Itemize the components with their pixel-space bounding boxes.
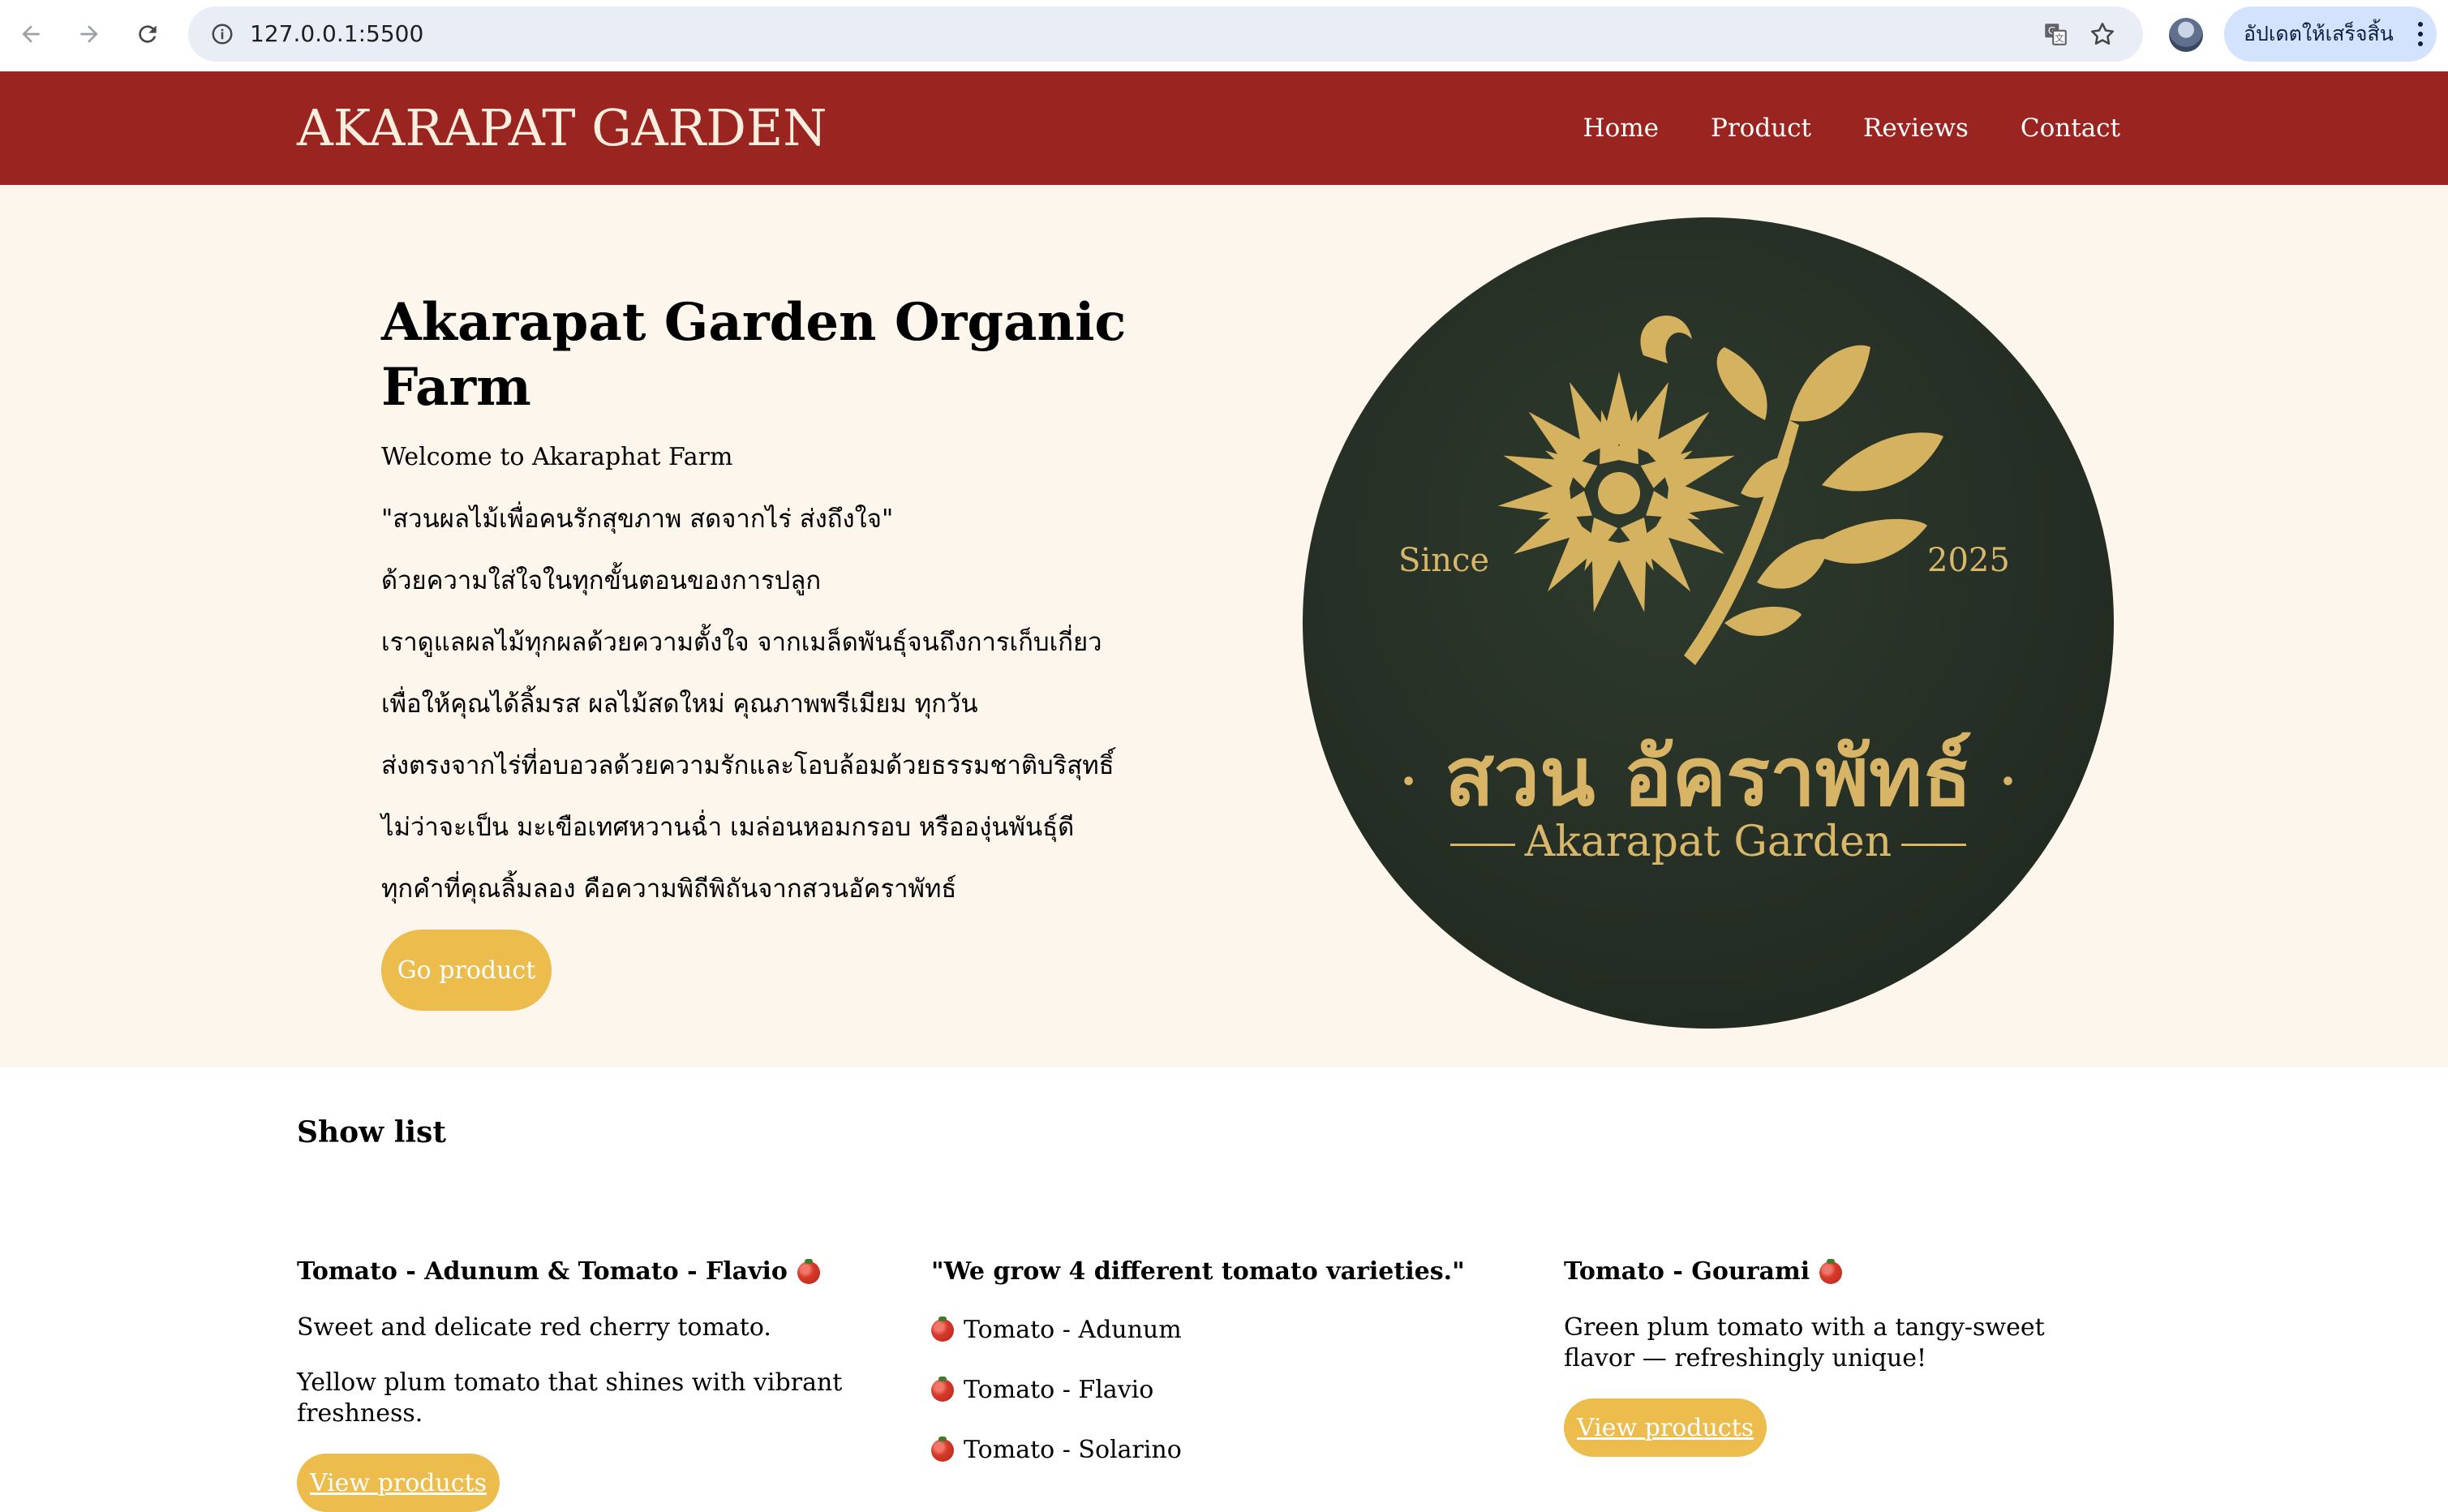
profile-avatar[interactable]: [2169, 18, 2203, 52]
list-item: Tomato - Flavio: [931, 1372, 1499, 1408]
nav-reviews[interactable]: Reviews: [1863, 114, 1969, 143]
product-card-title: Tomato - Gourami: [1564, 1256, 2083, 1288]
translate-icon[interactable]: G文: [2039, 18, 2072, 50]
update-button[interactable]: อัปเดตให้เสร็จสิ้น: [2224, 6, 2437, 62]
back-arrow-icon[interactable]: [10, 13, 52, 55]
product-card-description: Yellow plum tomato that shines with vibr…: [297, 1368, 843, 1428]
main-nav: Home Product Reviews Contact: [1531, 71, 2120, 185]
hero-line: ไม่ว่าจะเป็น มะเขือเทศหวานฉ่ำ เมล่อนหอมก…: [381, 813, 1075, 842]
logo-since: Since: [1398, 542, 1490, 579]
reload-icon[interactable]: [127, 13, 169, 55]
hero-line: ส่งตรงจากไร่ที่อบอวลด้วยความรักและโอบล้อ…: [381, 751, 1114, 780]
variety-label: Tomato - Solarino: [964, 1436, 1182, 1464]
hero-line: ด้วยความใส่ใจในทุกขั้นตอนของการปลูก: [381, 566, 822, 595]
logo-english-name: Akarapat Garden: [1303, 818, 2114, 866]
site-header: AKARAPAT GARDEN Home Product Reviews Con…: [0, 71, 2448, 185]
product-card-title: Tomato - Adunum & Tomato - Flavio: [297, 1256, 865, 1288]
variety-label: Tomato - Flavio: [964, 1376, 1154, 1404]
tomato-icon: [931, 1437, 954, 1462]
hero-title: Akarapat Garden Organic Farm: [381, 292, 1127, 418]
nav-product[interactable]: Product: [1711, 114, 1811, 143]
variety-list: Tomato - Adunum Tomato - Flavio Tomato -…: [931, 1312, 1499, 1468]
site-info-icon[interactable]: [204, 16, 240, 52]
logo-thai-name-text: สวน อัคราพัทธ์: [1444, 729, 1973, 824]
hero-section: Akarapat Garden Organic Farm Welcome to …: [0, 185, 2448, 1067]
go-product-button[interactable]: Go product: [381, 930, 552, 1011]
sunflower-leaf-emblem-icon: [1497, 316, 1943, 665]
logo-year: 2025: [1927, 542, 2010, 579]
product-card-title-text: Tomato - Adunum & Tomato - Flavio: [297, 1257, 788, 1286]
hero-welcome: Welcome to Akaraphat Farm: [381, 443, 733, 471]
url-text[interactable]: 127.0.0.1:5500: [250, 6, 423, 62]
view-products-button[interactable]: View products: [1564, 1398, 1767, 1457]
bookmark-star-icon[interactable]: [2086, 18, 2119, 50]
hero-text: Akarapat Garden Organic Farm Welcome to …: [381, 290, 1273, 1011]
varieties-card: "We grow 4 different tomato varieties." …: [931, 1256, 1499, 1468]
list-item: Tomato - Adunum: [931, 1312, 1499, 1348]
nav-home[interactable]: Home: [1583, 114, 1659, 143]
brand-logo-text[interactable]: AKARAPAT GARDEN: [297, 71, 827, 185]
view-products-button[interactable]: View products: [297, 1454, 500, 1512]
hero-line: ทุกคำที่คุณลิ้มลอง คือความพิถีพิถันจากสว…: [381, 874, 957, 904]
tomato-icon: [1819, 1259, 1843, 1284]
hero-tagline: "สวนผลไม้เพื่อคนรักสุขภาพ สดจากไร่ ส่งถึ…: [381, 505, 894, 534]
browser-toolbar: 127.0.0.1:5500 G文 อัปเดตให้เสร็จสิ้น: [0, 0, 2448, 71]
hero-line: เราดูแลผลไม้ทุกผลด้วยความตั้งใจ จากเมล็ด…: [381, 628, 1102, 657]
forward-arrow-icon[interactable]: [68, 13, 110, 55]
update-button-label: อัปเดตให้เสร็จสิ้น: [2244, 22, 2394, 45]
varieties-title: "We grow 4 different tomato varieties.": [931, 1257, 1465, 1286]
product-card: Tomato - Adunum & Tomato - Flavio Sweet …: [297, 1256, 865, 1512]
list-item: Tomato - Solarino: [931, 1433, 1499, 1468]
tomato-icon: [931, 1377, 954, 1402]
address-bar[interactable]: 127.0.0.1:5500 G文: [188, 6, 2143, 62]
product-card-description: Green plum tomato with a tangy-sweet fla…: [1564, 1313, 2045, 1372]
tomato-icon: [931, 1317, 954, 1342]
hero-line: เพื่อให้คุณได้ลิ้มรส ผลไม้สดใหม่ คุณภาพพ…: [381, 689, 978, 719]
svg-text:文: 文: [2055, 32, 2064, 44]
variety-label: Tomato - Adunum: [964, 1316, 1182, 1344]
nav-contact[interactable]: Contact: [2021, 114, 2120, 143]
show-list-title: Show list: [297, 1115, 446, 1149]
product-card: Tomato - Gourami Green plum tomato with …: [1564, 1256, 2083, 1457]
product-card-title-text: Tomato - Gourami: [1564, 1257, 1810, 1286]
product-card-description: Sweet and delicate red cherry tomato.: [297, 1313, 771, 1342]
tomato-icon: [797, 1259, 820, 1284]
more-menu-icon[interactable]: [2417, 21, 2424, 47]
logo-english-name-text: Akarapat Garden: [1524, 818, 1892, 866]
farm-logo: Since 2025 • สวน อัคราพัทธ์ • Akarapat G…: [1303, 217, 2114, 1029]
